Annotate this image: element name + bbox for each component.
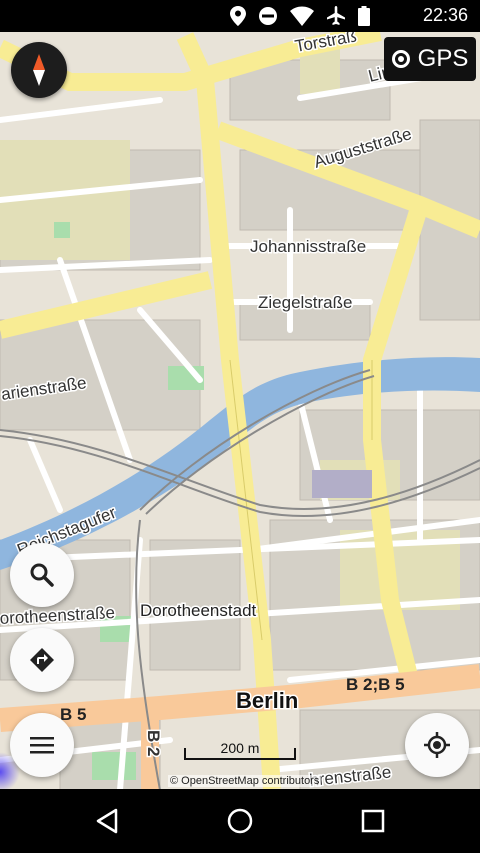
gps-button[interactable]: GPS (384, 37, 476, 81)
search-icon (30, 563, 54, 587)
map-canvas[interactable]: Torstraß Lin Auguststraße Johannisstraße… (0, 32, 480, 789)
location-icon (230, 6, 246, 26)
gps-label: GPS (417, 45, 469, 72)
directions-icon (30, 648, 54, 672)
back-button[interactable] (89, 803, 125, 839)
clock: 22:36 (422, 5, 468, 25)
my-location-icon (424, 732, 450, 758)
street-label-johannisstrasse: Johannisstraße (250, 237, 366, 256)
wifi-icon (290, 6, 314, 26)
my-location-button[interactable] (405, 713, 469, 777)
status-icons (230, 6, 370, 26)
directions-button[interactable] (10, 628, 74, 692)
scale-bar: 200 m (184, 740, 296, 760)
compass-button[interactable] (11, 42, 67, 98)
search-button[interactable] (10, 543, 74, 607)
place-label-berlin: Berlin (236, 688, 298, 713)
back-icon (96, 808, 118, 834)
scale-line (184, 748, 296, 760)
home-button[interactable] (222, 803, 258, 839)
station-building (312, 470, 372, 498)
compass-icon (33, 54, 45, 86)
menu-button[interactable] (10, 713, 74, 777)
map-attribution[interactable]: © OpenStreetMap contributors (168, 775, 322, 787)
recents-icon (361, 809, 385, 833)
street-label-ziegelstrasse: Ziegelstraße (258, 293, 352, 312)
airplane-icon (327, 6, 345, 25)
shield-b2-b5: B 2;B 5 (346, 675, 405, 694)
map-view[interactable]: Torstraß Lin Auguststraße Johannisstraße… (0, 32, 480, 789)
street-label-b2-vertical: B 2 (144, 730, 163, 756)
recents-button[interactable] (355, 803, 391, 839)
gps-icon (391, 50, 410, 68)
place-label-dorotheenstadt: Dorotheenstadt (140, 601, 257, 620)
battery-icon (358, 6, 370, 26)
home-icon (227, 808, 253, 834)
status-bar: 22:36 (0, 0, 480, 32)
do-not-disturb-icon (259, 7, 277, 25)
navigation-bar (0, 789, 480, 853)
menu-icon (30, 737, 54, 754)
